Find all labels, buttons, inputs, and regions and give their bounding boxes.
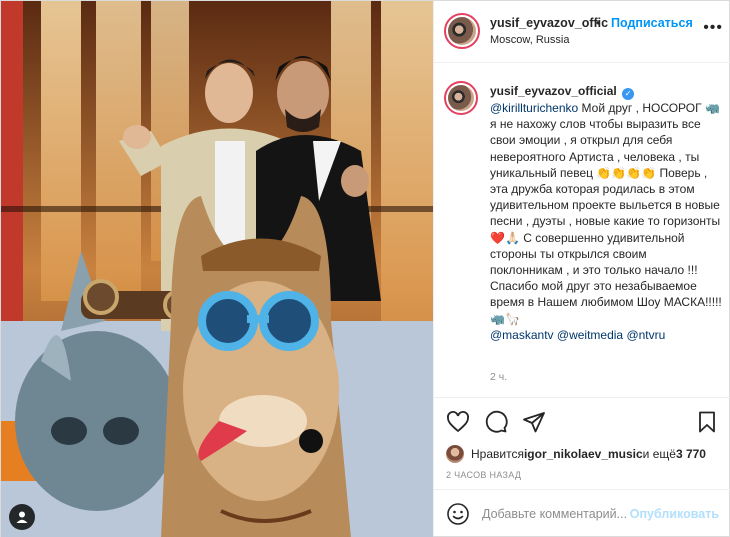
- more-options-icon[interactable]: •••: [703, 19, 723, 37]
- mention-link[interactable]: @weitmedia: [557, 328, 623, 342]
- send-icon[interactable]: [522, 410, 546, 434]
- likes-summary[interactable]: Нравится igor_nikolaev_music и ещё 3 770: [446, 444, 706, 464]
- caption-text: yusif_eyvazov_official ✓ @kirillturichen…: [490, 83, 722, 343]
- post-age[interactable]: 2 ЧАСОВ НАЗАД: [446, 470, 521, 480]
- likes-prefix: Нравится: [471, 447, 524, 461]
- mention-link[interactable]: @ntvru: [626, 328, 665, 342]
- liker-username[interactable]: igor_nikolaev_music: [524, 447, 643, 461]
- likes-count[interactable]: 3 770: [676, 447, 706, 461]
- emoji-icon[interactable]: [446, 502, 470, 526]
- comment-icon[interactable]: [484, 410, 508, 434]
- user-tag-icon[interactable]: [9, 504, 35, 530]
- mention-link[interactable]: @kirillturichenko: [490, 101, 578, 115]
- post-location[interactable]: Moscow, Russia: [490, 34, 569, 46]
- header-separator: •: [596, 16, 601, 30]
- mention-link[interactable]: @maskantv: [490, 328, 554, 342]
- author-username[interactable]: yusif_eyvazov_offic: [490, 16, 608, 30]
- liker-avatar: [446, 445, 464, 463]
- verified-badge-icon: ✓: [622, 88, 635, 100]
- caption-body: Мой друг , НОСОРОГ 🦏 я не нахожу слов чт…: [490, 101, 722, 326]
- bookmark-icon[interactable]: [695, 410, 719, 434]
- post-header: yusif_eyvazov_offic • Подписаться Moscow…: [434, 1, 730, 63]
- avatar-image: [448, 85, 474, 111]
- post-photo[interactable]: [1, 1, 433, 537]
- author-avatar[interactable]: [444, 13, 480, 49]
- likes-middle: и ещё: [642, 447, 676, 461]
- comment-input[interactable]: [482, 504, 642, 524]
- instagram-post: yusif_eyvazov_offic • Подписаться Moscow…: [0, 0, 730, 537]
- avatar-image: [448, 17, 476, 45]
- caption-timestamp: 2 ч.: [490, 371, 508, 383]
- heart-icon[interactable]: [446, 410, 470, 434]
- publish-button[interactable]: Опубликовать: [630, 507, 719, 521]
- caption-username[interactable]: yusif_eyvazov_official: [490, 84, 617, 98]
- post-side-panel: yusif_eyvazov_offic • Подписаться Moscow…: [433, 1, 730, 536]
- caption-section: yusif_eyvazov_official ✓ @kirillturichen…: [434, 63, 730, 397]
- photo-illustration: [1, 1, 433, 537]
- caption-avatar[interactable]: [444, 81, 478, 115]
- action-icons: [446, 410, 546, 436]
- comment-bar: Опубликовать: [434, 489, 730, 536]
- follow-button[interactable]: Подписаться: [611, 16, 693, 30]
